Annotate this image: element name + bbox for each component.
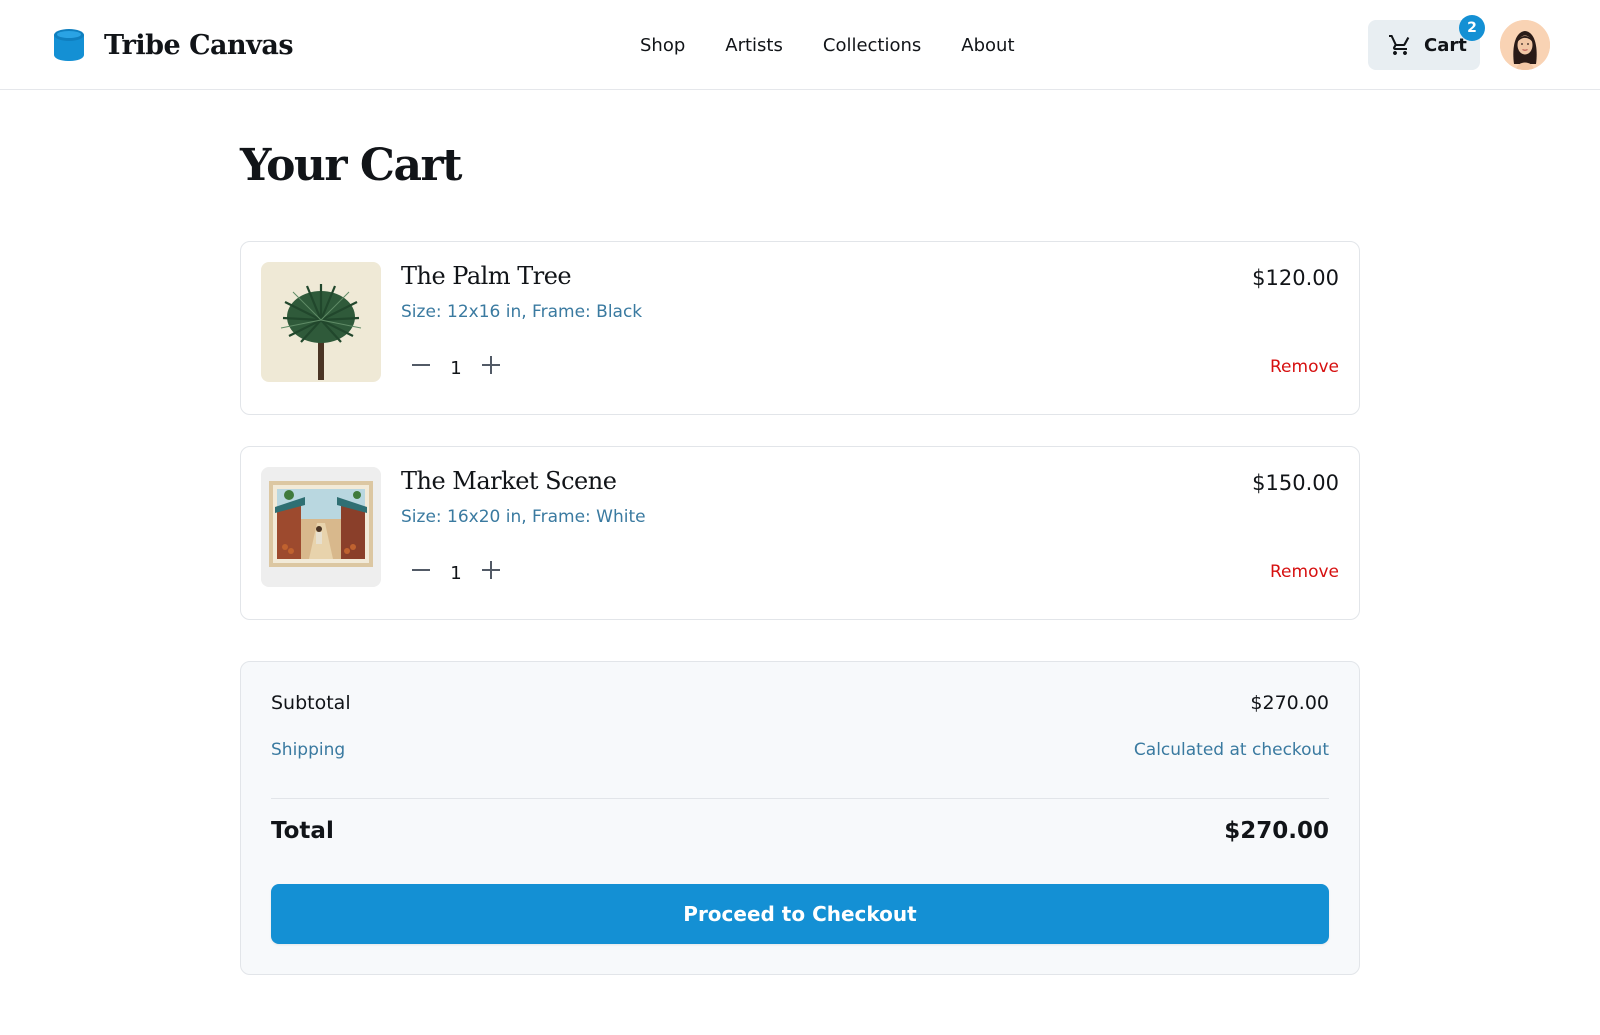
plus-icon bbox=[482, 356, 500, 374]
shipping-value: Calculated at checkout bbox=[1133, 740, 1329, 760]
site-header: Tribe Canvas Shop Artists Collections Ab… bbox=[0, 0, 1600, 90]
quantity-stepper: 1 bbox=[401, 555, 511, 585]
cart-label: Cart bbox=[1424, 34, 1467, 56]
summary-divider bbox=[271, 798, 1329, 799]
shopping-cart-icon bbox=[1389, 35, 1410, 55]
item-price: $120.00 bbox=[1252, 266, 1339, 290]
cart-count-badge: 2 bbox=[1459, 15, 1485, 41]
avatar-portrait-icon bbox=[1500, 20, 1550, 70]
shipping-label: Shipping bbox=[271, 740, 346, 760]
cart-item: The Market Scene Size: 16x20 in, Frame: … bbox=[240, 446, 1360, 620]
nav-link-shop[interactable]: Shop bbox=[640, 35, 685, 56]
total-value: $270.00 bbox=[1224, 818, 1329, 844]
decrease-quantity-button[interactable] bbox=[401, 350, 441, 380]
minus-icon bbox=[412, 569, 430, 571]
plus-icon bbox=[482, 561, 500, 579]
brand-name: Tribe Canvas bbox=[104, 29, 294, 61]
item-price: $150.00 bbox=[1252, 471, 1339, 495]
total-row: Total $270.00 bbox=[271, 818, 1329, 844]
user-avatar[interactable] bbox=[1500, 20, 1550, 70]
item-options: Size: 12x16 in, Frame: Black bbox=[401, 302, 643, 322]
remove-item-button[interactable]: Remove bbox=[1270, 357, 1339, 377]
increase-quantity-button[interactable] bbox=[471, 350, 511, 380]
quantity-stepper: 1 bbox=[401, 350, 511, 380]
item-options: Size: 16x20 in, Frame: White bbox=[401, 507, 646, 527]
palm-tree-artwork[interactable] bbox=[261, 262, 381, 382]
subtotal-row: Subtotal $270.00 bbox=[271, 692, 1329, 714]
item-title[interactable]: The Palm Tree bbox=[401, 262, 572, 290]
remove-item-button[interactable]: Remove bbox=[1270, 562, 1339, 582]
shipping-row: Shipping Calculated at checkout bbox=[271, 740, 1329, 760]
brand-logo[interactable]: Tribe Canvas bbox=[54, 20, 294, 70]
market-scene-artwork[interactable] bbox=[261, 467, 381, 587]
quantity-value: 1 bbox=[450, 562, 462, 584]
subtotal-label: Subtotal bbox=[271, 692, 351, 714]
total-label: Total bbox=[271, 818, 334, 844]
page-title: Your Cart bbox=[240, 140, 462, 191]
decrease-quantity-button[interactable] bbox=[401, 555, 441, 585]
nav-link-collections[interactable]: Collections bbox=[823, 35, 921, 56]
checkout-button[interactable]: Proceed to Checkout bbox=[271, 884, 1329, 944]
increase-quantity-button[interactable] bbox=[471, 555, 511, 585]
order-summary: Subtotal $270.00 Shipping Calculated at … bbox=[240, 661, 1360, 975]
nav-link-about[interactable]: About bbox=[961, 35, 1014, 56]
subtotal-value: $270.00 bbox=[1250, 692, 1329, 714]
item-title[interactable]: The Market Scene bbox=[401, 467, 617, 495]
nav-link-artists[interactable]: Artists bbox=[725, 35, 783, 56]
drum-icon bbox=[54, 29, 84, 61]
quantity-value: 1 bbox=[450, 357, 462, 379]
cart-item: The Palm Tree Size: 12x16 in, Frame: Bla… bbox=[240, 241, 1360, 415]
minus-icon bbox=[412, 364, 430, 366]
main-nav: Shop Artists Collections About bbox=[640, 0, 1055, 90]
